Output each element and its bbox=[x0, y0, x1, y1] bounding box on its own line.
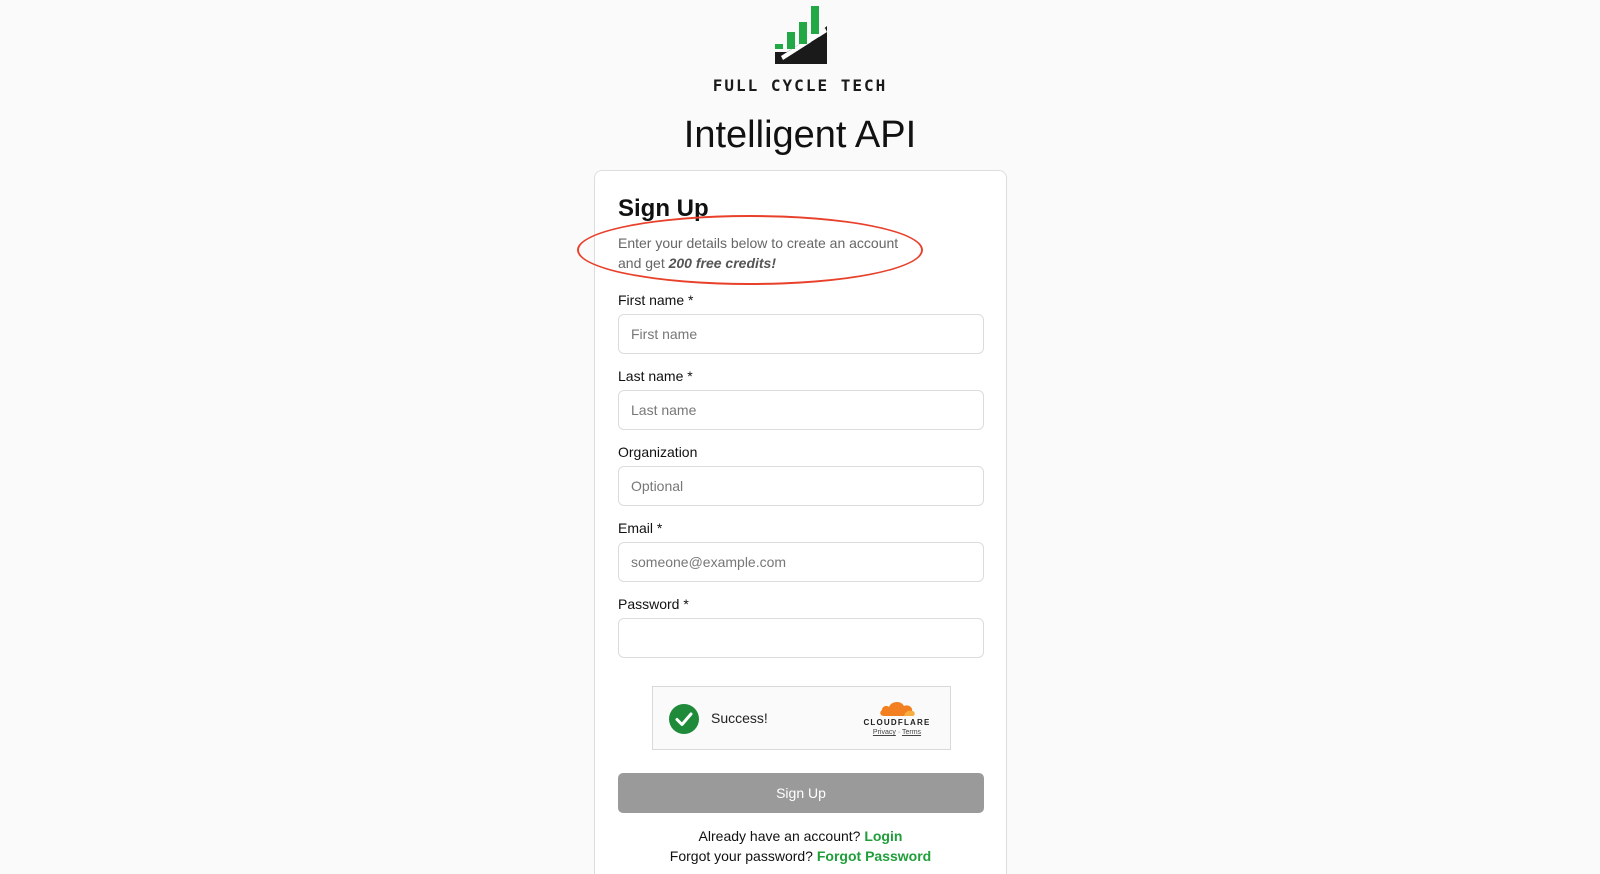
forgot-prompt: Forgot your password? bbox=[669, 848, 813, 864]
first-name-label: First name * bbox=[618, 292, 694, 308]
captcha-privacy-link[interactable]: Privacy bbox=[873, 729, 896, 736]
signup-button[interactable]: Sign Up bbox=[618, 773, 984, 813]
first-name-input[interactable] bbox=[618, 314, 984, 354]
captcha-link-separator: · bbox=[897, 729, 901, 736]
login-prompt: Already have an account? bbox=[698, 828, 861, 844]
signup-page: FULL CYCLE TECH Intelligent API Sign Up … bbox=[0, 0, 1600, 874]
login-prompt-line: Already have an account? Login bbox=[595, 828, 1006, 844]
checkmark-circle-icon bbox=[669, 704, 699, 734]
email-label: Email * bbox=[618, 520, 663, 536]
signup-card: Sign Up Enter your details below to crea… bbox=[577, 170, 1007, 874]
forgot-password-link[interactable]: Forgot Password bbox=[817, 848, 931, 864]
last-name-input[interactable] bbox=[618, 390, 984, 430]
captcha-terms-link[interactable]: Terms bbox=[902, 729, 921, 736]
captcha-widget[interactable]: Success! CLOUDFLARE Privacy · Terms bbox=[652, 686, 951, 750]
login-link[interactable]: Login bbox=[864, 828, 902, 844]
bar-chart-growth-icon bbox=[775, 6, 827, 64]
organization-label: Organization bbox=[618, 444, 698, 460]
form-title: Sign Up bbox=[618, 195, 709, 222]
email-input[interactable] bbox=[618, 542, 984, 582]
last-name-label: Last name * bbox=[618, 368, 693, 384]
app-title: Intelligent API bbox=[683, 114, 917, 156]
forgot-prompt-line: Forgot your password? Forgot Password bbox=[595, 848, 1006, 864]
password-input[interactable] bbox=[618, 618, 984, 658]
captcha-status: Success! bbox=[711, 710, 768, 726]
captcha-links: Privacy · Terms bbox=[858, 729, 936, 736]
free-credits-emphasis: 200 free credits! bbox=[668, 255, 777, 271]
password-label: Password * bbox=[618, 596, 689, 612]
organization-input[interactable] bbox=[618, 466, 984, 506]
form-description: Enter your details below to create an ac… bbox=[618, 233, 918, 273]
brand-name: FULL CYCLE TECH bbox=[712, 76, 888, 95]
cloudflare-brand: CLOUDFLARE Privacy · Terms bbox=[858, 699, 936, 736]
captcha-provider: CLOUDFLARE bbox=[863, 718, 931, 727]
cloud-icon bbox=[880, 701, 915, 716]
